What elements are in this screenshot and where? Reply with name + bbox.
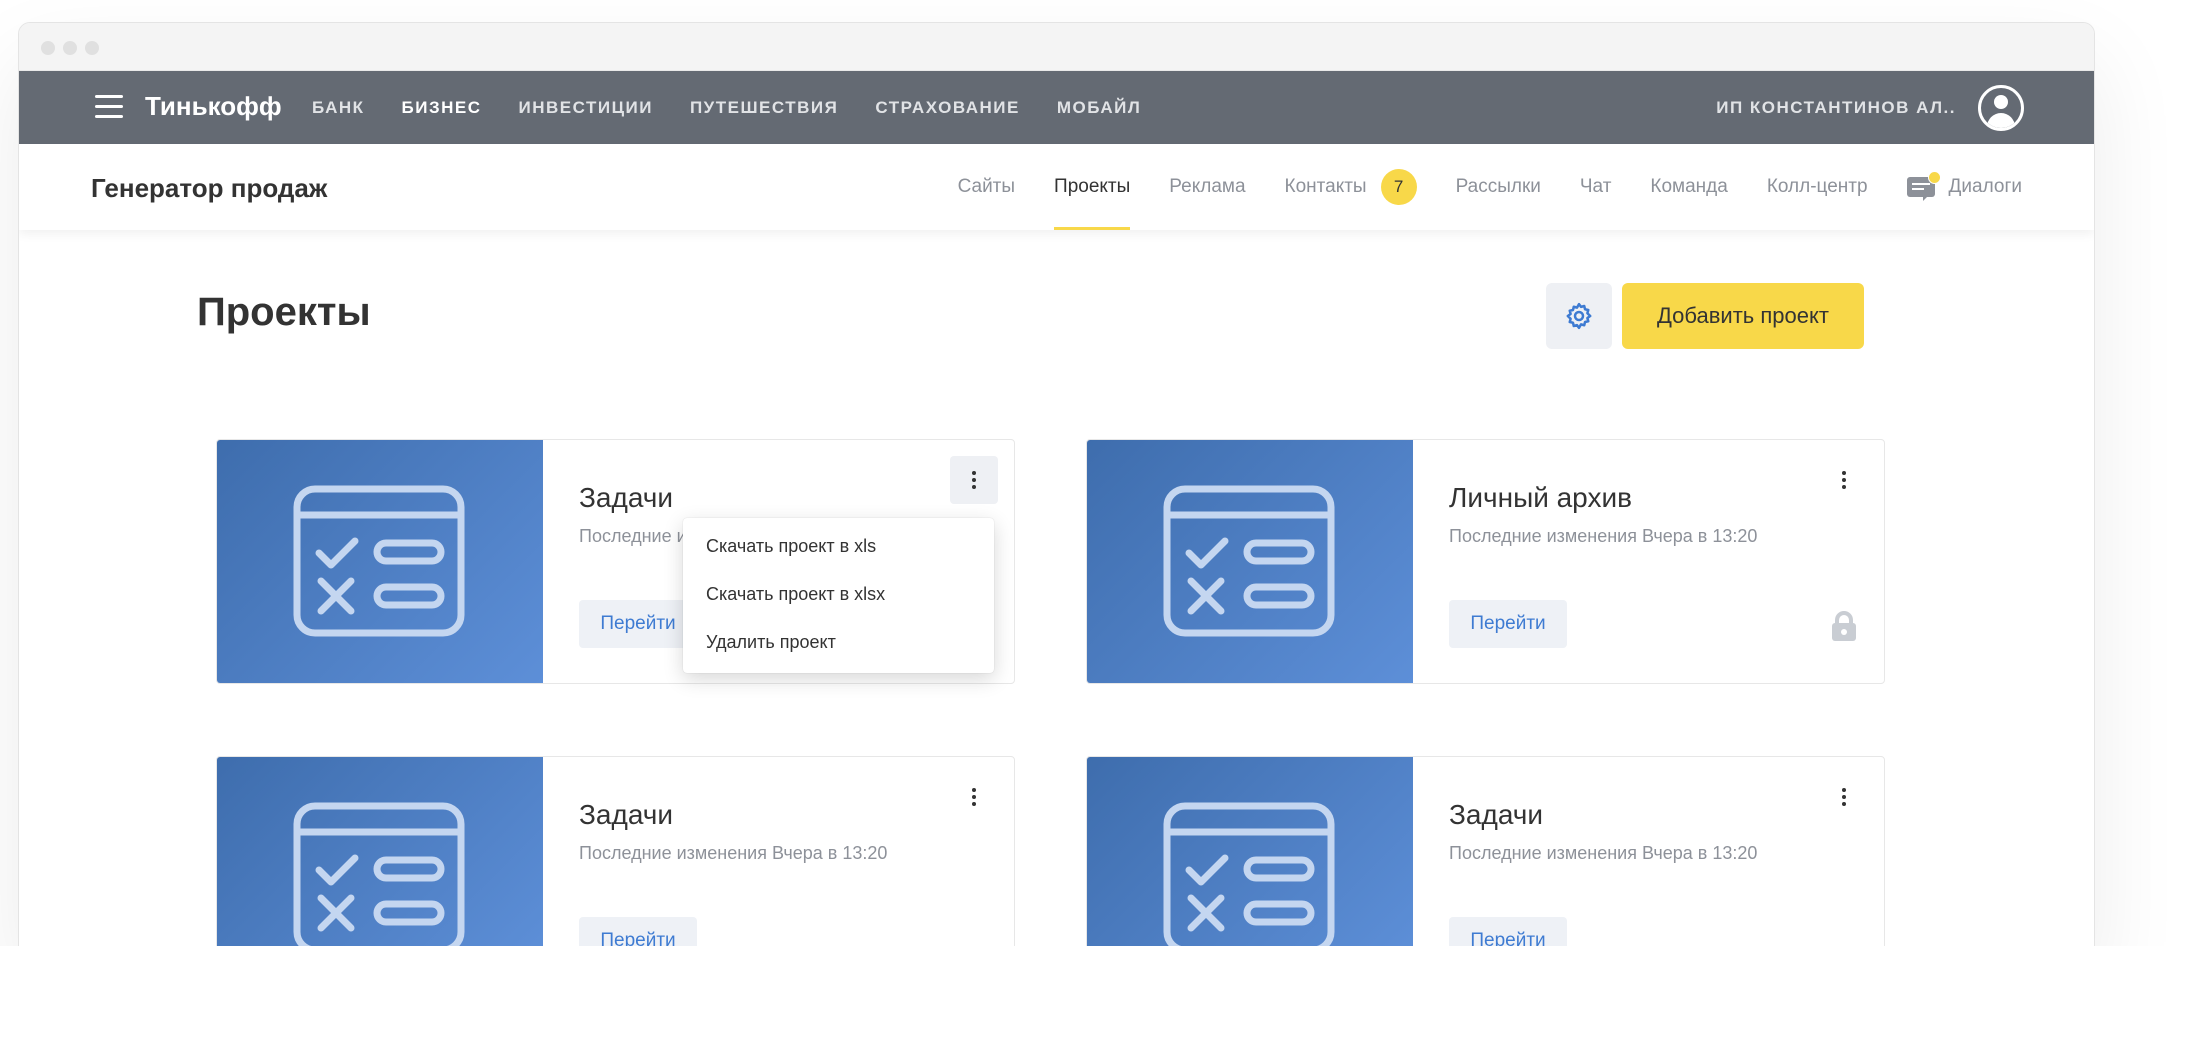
tab-call-center[interactable]: Колл-центр: [1767, 144, 1868, 230]
menu-icon[interactable]: [95, 95, 123, 119]
tab-label: Команда: [1650, 176, 1728, 197]
tab-label: Рассылки: [1455, 176, 1541, 197]
top-nav-item-investments[interactable]: ИНВЕСТИЦИИ: [519, 98, 653, 118]
project-thumbnail: [1087, 757, 1413, 957]
project-title[interactable]: Задачи: [579, 799, 673, 831]
tab-ads[interactable]: Реклама: [1169, 144, 1245, 230]
project-updated-at: Последние изменения Вчера в 13:20: [1449, 526, 1758, 546]
open-project-button[interactable]: Перейти: [1449, 600, 1567, 648]
product-navbar: Генератор продаж Сайты Проекты Реклама К…: [19, 144, 2094, 230]
project-title[interactable]: Задачи: [579, 482, 673, 514]
project-thumbnail: [217, 757, 543, 957]
browser-chrome: [19, 23, 2094, 71]
product-nav: Сайты Проекты Реклама Контакты 7 Рассылк…: [919, 144, 2022, 230]
menu-item-download-xlsx[interactable]: Скачать проект в xlsx: [683, 570, 994, 618]
project-context-menu: Скачать проект в xls Скачать проект в xl…: [683, 518, 994, 673]
checklist-icon: [1163, 802, 1335, 954]
tab-team[interactable]: Команда: [1650, 144, 1727, 230]
menu-item-download-xls[interactable]: Скачать проект в xls: [683, 522, 994, 570]
top-nav-item-insurance[interactable]: СТРАХОВАНИЕ: [875, 98, 1020, 118]
add-project-button[interactable]: Добавить проект: [1622, 283, 1864, 349]
chat-icon: [1906, 171, 1941, 201]
tab-mailings[interactable]: Рассылки: [1456, 144, 1541, 230]
tab-label: Чат: [1579, 176, 1612, 197]
open-project-button[interactable]: Перейти: [579, 600, 697, 648]
checklist-icon: [293, 485, 465, 637]
gear-icon: [1566, 302, 1592, 330]
top-nav-item-mobile[interactable]: МОБАЙЛ: [1057, 98, 1141, 118]
project-title[interactable]: Личный архив: [1449, 482, 1632, 514]
product-title: Генератор продаж: [91, 173, 328, 203]
top-nav-item-business[interactable]: БИЗНЕС: [402, 98, 482, 118]
user-menu[interactable]: ИП КОНСТАНТИНОВ АЛ..: [1716, 71, 2024, 144]
window-dot-maximize[interactable]: [85, 41, 99, 55]
project-title[interactable]: Задачи: [1449, 799, 1543, 831]
tab-chat[interactable]: Чат: [1580, 144, 1612, 230]
tab-label: Диалоги: [1948, 176, 2022, 197]
top-nav: БАНК БИЗНЕС ИНВЕСТИЦИИ ПУТЕШЕСТВИЯ СТРАХ…: [312, 71, 1178, 144]
tab-label: Сайты: [957, 176, 1016, 197]
tab-projects[interactable]: Проекты: [1054, 144, 1131, 230]
project-updated-at: Последние изменения Вчера в 13:20: [1449, 843, 1758, 863]
logo[interactable]: Тинькофф: [145, 91, 282, 122]
top-nav-item-bank[interactable]: БАНК: [312, 98, 365, 118]
menu-item-delete-project[interactable]: Удалить проект: [683, 618, 994, 666]
checklist-icon: [1163, 485, 1335, 637]
top-navbar: Тинькофф БАНК БИЗНЕС ИНВЕСТИЦИИ ПУТЕШЕСТ…: [19, 71, 2094, 144]
project-card[interactable]: Личный архив Последние изменения Вчера в…: [1086, 439, 1885, 684]
project-card[interactable]: Задачи Последние изменения Вчера в 13:20…: [216, 756, 1015, 958]
settings-button[interactable]: [1546, 283, 1612, 349]
project-thumbnail: [1087, 440, 1413, 683]
contacts-count-badge: 7: [1380, 169, 1417, 205]
user-name[interactable]: ИП КОНСТАНТИНОВ АЛ..: [1716, 98, 1956, 118]
more-vertical-icon[interactable]: [1820, 773, 1868, 821]
window-dot-minimize[interactable]: [63, 41, 77, 55]
tab-label: Проекты: [1054, 176, 1131, 197]
tab-label: Реклама: [1169, 176, 1246, 197]
tab-dialogs[interactable]: Диалоги: [1906, 144, 2022, 230]
more-vertical-icon[interactable]: [950, 456, 998, 504]
lock-icon: [1832, 611, 1856, 641]
top-nav-item-travel[interactable]: ПУТЕШЕСТВИЯ: [690, 98, 838, 118]
tab-label: Колл-центр: [1766, 176, 1868, 197]
tab-sites[interactable]: Сайты: [958, 144, 1015, 230]
more-vertical-icon[interactable]: [950, 773, 998, 821]
project-card[interactable]: Задачи Последние изменения Вчера в 13:20…: [1086, 756, 1885, 958]
avatar-icon[interactable]: [1978, 84, 2024, 131]
window-bottom-mask: [0, 946, 2208, 1056]
project-updated-at: Последние изменения Вчера в 13:20: [579, 843, 888, 863]
more-vertical-icon[interactable]: [1820, 456, 1868, 504]
tab-label: Контакты: [1284, 176, 1367, 197]
project-thumbnail: [217, 440, 543, 683]
tab-contacts[interactable]: Контакты 7: [1285, 144, 1417, 230]
checklist-icon: [293, 802, 465, 954]
window-dot-close[interactable]: [41, 41, 55, 55]
page-title: Проекты: [197, 290, 371, 334]
